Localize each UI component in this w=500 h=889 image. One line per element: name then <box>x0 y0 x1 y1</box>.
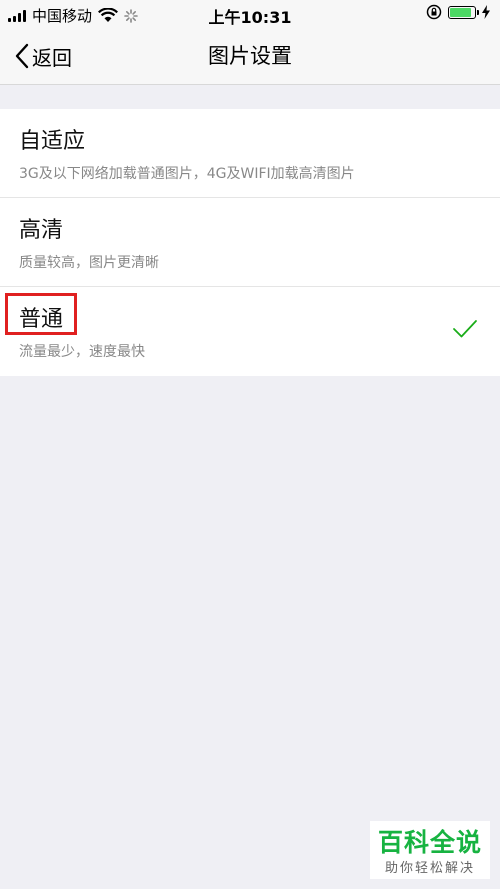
charging-bolt-icon <box>482 5 490 19</box>
option-normal[interactable]: 普通 流量最少，速度最快 <box>0 287 500 376</box>
option-description: 3G及以下网络加载普通图片，4G及WIFI加载高清图片 <box>19 166 355 182</box>
option-description: 流量最少，速度最快 <box>19 344 145 360</box>
status-bar: 中国移动 上午10:31 <box>0 0 500 28</box>
watermark-title: 百科全说 <box>377 828 482 857</box>
option-title: 自适应 <box>19 129 86 154</box>
battery-icon <box>448 5 479 19</box>
rotation-lock-icon <box>426 4 442 20</box>
watermark-tagline: 助你轻松解决 <box>384 861 475 876</box>
option-title: 普通 <box>19 307 64 332</box>
option-title: 高清 <box>19 218 64 243</box>
image-quality-list: 自适应 3G及以下网络加载普通图片，4G及WIFI加载高清图片 高清 质量较高，… <box>0 109 500 376</box>
option-description: 质量较高，图片更清晰 <box>19 255 159 271</box>
page-title: 图片设置 <box>208 44 292 68</box>
option-adaptive[interactable]: 自适应 3G及以下网络加载普通图片，4G及WIFI加载高清图片 <box>0 109 500 198</box>
watermark-logo: 百科全说 助你轻松解决 <box>370 821 490 879</box>
option-hd[interactable]: 高清 质量较高，图片更清晰 <box>0 198 500 287</box>
navigation-bar: 返回 图片设置 <box>0 28 500 85</box>
status-right <box>426 4 490 20</box>
checkmark-icon <box>453 320 477 338</box>
status-time: 上午10:31 <box>208 8 292 27</box>
